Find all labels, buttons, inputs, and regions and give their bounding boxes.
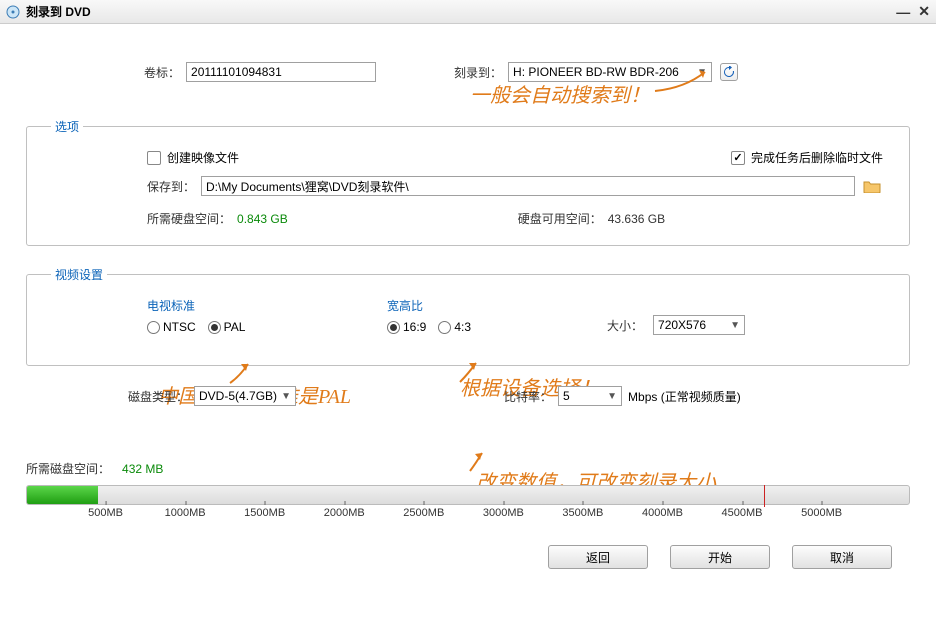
disk-usage-fill: [27, 486, 98, 504]
size-value: 720X576: [658, 318, 706, 332]
burn-to-value: H: PIONEER BD-RW BDR-206: [513, 65, 679, 79]
start-button[interactable]: 开始: [670, 545, 770, 569]
volume-input[interactable]: [186, 62, 376, 82]
video-legend: 视频设置: [51, 266, 107, 283]
radio-icon: [438, 321, 451, 334]
chevron-down-icon: ▼: [281, 391, 291, 402]
required-disk-label: 所需硬盘空间：: [147, 210, 231, 227]
bitrate-select[interactable]: 5 ▼: [558, 386, 622, 406]
tick: 2000MB: [324, 507, 365, 519]
checkbox-icon: [147, 151, 161, 165]
aspect-169-radio[interactable]: 16:9: [387, 320, 426, 334]
pal-radio[interactable]: PAL: [208, 320, 246, 334]
checkbox-checked-icon: [731, 151, 745, 165]
ntsc-radio[interactable]: NTSC: [147, 320, 196, 334]
refresh-button[interactable]: [720, 63, 738, 81]
tick: 1000MB: [165, 507, 206, 519]
disc-type-select[interactable]: DVD-5(4.7GB) ▼: [194, 386, 296, 406]
tick: 2500MB: [403, 507, 444, 519]
tv-standard-label: 电视标准: [147, 297, 387, 314]
minimize-button[interactable]: —: [896, 4, 910, 20]
aspect-43-radio[interactable]: 4:3: [438, 320, 471, 334]
disc-bitrate-row: 磁盘类型： DVD-5(4.7GB) ▼ 比特率： 5 ▼ Mbps (正常视频…: [26, 386, 910, 406]
tick: 5000MB: [801, 507, 842, 519]
tick: 500MB: [88, 507, 123, 519]
disc-type-label: 磁盘类型：: [128, 388, 188, 405]
folder-icon: [863, 179, 881, 193]
save-path-input[interactable]: [201, 176, 855, 196]
dvd5-limit-mark: [764, 485, 765, 507]
size-ruler: 500MB 1000MB 1500MB 2000MB 2500MB 3000MB…: [26, 507, 910, 531]
video-settings-group: 视频设置 电视标准 NTSC PAL 宽高比 16:9 4:3 大小： 720X…: [26, 266, 910, 366]
bitrate-unit: Mbps (正常视频质量): [628, 388, 741, 405]
close-button[interactable]: ✕: [918, 3, 930, 20]
cancel-button[interactable]: 取消: [792, 545, 892, 569]
options-group: 选项 创建映像文件 完成任务后删除临时文件 保存到： 所需硬盘空间： 0.843…: [26, 118, 910, 246]
required-space-label: 所需磁盘空间：: [26, 460, 110, 477]
annotation-auto-search: 一般会自动搜索到！: [470, 79, 650, 108]
back-button[interactable]: 返回: [548, 545, 648, 569]
tick: 4500MB: [722, 507, 763, 519]
tick: 1500MB: [244, 507, 285, 519]
disk-usage-bar: [26, 485, 910, 505]
title-bar: 刻录到 DVD — ✕: [0, 0, 936, 24]
create-image-label: 创建映像文件: [167, 149, 239, 166]
save-to-label: 保存到：: [147, 178, 195, 195]
top-row: 卷标： 刻录到： H: PIONEER BD-RW BDR-206 ▼: [26, 62, 910, 82]
available-disk-label: 硬盘可用空间：: [518, 210, 602, 227]
aspect-ratio-label: 宽高比: [387, 297, 607, 314]
radio-checked-icon: [208, 321, 221, 334]
tick: 3000MB: [483, 507, 524, 519]
browse-button[interactable]: [861, 177, 883, 195]
create-image-checkbox[interactable]: 创建映像文件: [147, 149, 239, 166]
bitrate-label: 比特率：: [504, 388, 552, 405]
radio-checked-icon: [387, 321, 400, 334]
chevron-down-icon: ▼: [607, 391, 617, 402]
options-legend: 选项: [51, 118, 83, 135]
required-space-value: 432 MB: [122, 462, 163, 476]
window-title: 刻录到 DVD: [26, 3, 91, 20]
volume-label: 卷标：: [144, 64, 180, 81]
refresh-icon: [723, 66, 735, 78]
size-select[interactable]: 720X576 ▼: [653, 315, 745, 335]
chevron-down-icon: ▼: [730, 320, 740, 331]
delete-temp-checkbox[interactable]: 完成任务后删除临时文件: [731, 149, 883, 166]
available-disk-value: 43.636 GB: [608, 212, 665, 226]
bitrate-value: 5: [563, 389, 570, 403]
radio-icon: [147, 321, 160, 334]
chevron-down-icon: ▼: [697, 67, 707, 78]
burn-to-select[interactable]: H: PIONEER BD-RW BDR-206 ▼: [508, 62, 712, 82]
burn-to-label: 刻录到：: [454, 64, 502, 81]
app-icon: [6, 5, 20, 19]
tick: 4000MB: [642, 507, 683, 519]
required-disk-value: 0.843 GB: [237, 212, 288, 226]
disc-type-value: DVD-5(4.7GB): [199, 389, 277, 403]
delete-temp-label: 完成任务后删除临时文件: [751, 149, 883, 166]
tick: 3500MB: [562, 507, 603, 519]
size-label: 大小：: [607, 317, 643, 334]
